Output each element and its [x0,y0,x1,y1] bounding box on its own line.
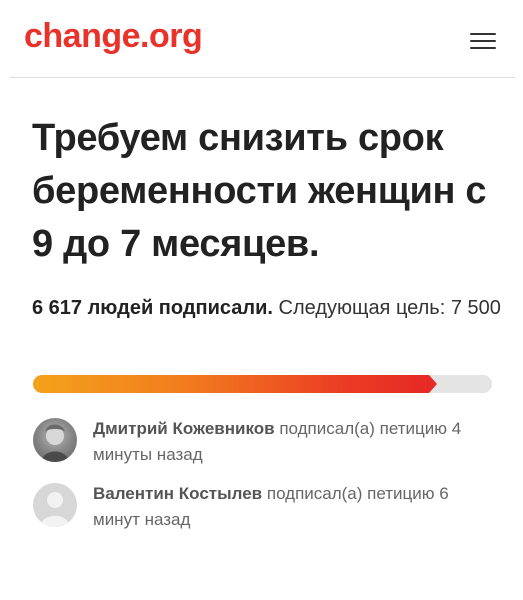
signer-text: Валентин Костылев подписал(а) петицию 6 … [93,481,493,533]
avatar-photo-image [41,424,69,462]
default-user-avatar-icon[interactable] [33,483,77,527]
menu-line [470,47,496,49]
signer-name[interactable]: Валентин Костылев [93,484,262,503]
default-avatar-image [40,492,70,527]
hamburger-menu-icon[interactable] [470,31,500,51]
recent-signer-item: Валентин Костылев подписал(а) петицию 6 … [33,483,503,535]
site-header: change.org [0,0,523,78]
user-photo-avatar[interactable] [33,418,77,462]
avatar-body [40,515,70,527]
signature-progress-bar [33,375,492,393]
recent-signer-item: Дмитрий Кожевников подписал(а) петицию 4… [33,418,503,470]
avatar-body [41,451,69,462]
signer-text: Дмитрий Кожевников подписал(а) петицию 4… [93,416,493,468]
avatar-head [47,492,63,508]
signature-summary: 6 617 людей подписали. Следующая цель: 7… [32,292,502,324]
header-divider [10,77,515,78]
petition-title: Требуем снизить срок беременности женщин… [32,117,487,265]
progress-fill [33,375,429,393]
menu-line [470,40,496,42]
menu-line [470,33,496,35]
signer-name[interactable]: Дмитрий Кожевников [93,419,275,438]
signed-count-text: 6 617 людей подписали. [32,297,273,319]
progress-tip [429,375,437,393]
change-org-logo[interactable]: change.org [24,16,203,56]
next-goal-text: Следующая цель: 7 500 [278,297,501,319]
